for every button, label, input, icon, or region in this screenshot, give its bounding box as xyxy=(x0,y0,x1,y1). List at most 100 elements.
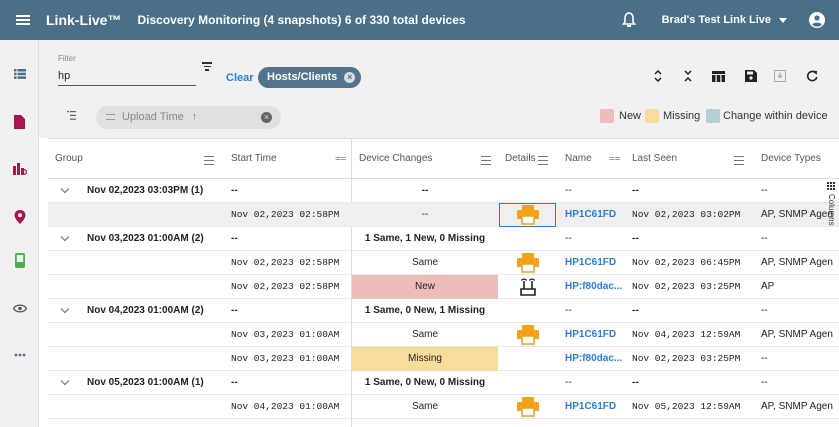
device-changes-cell: -- xyxy=(421,185,429,196)
table-view-icon[interactable] xyxy=(710,68,726,84)
eye-icon[interactable] xyxy=(0,296,39,320)
handheld-device-icon[interactable] xyxy=(0,248,39,272)
last-seen-cell: Nov 02,2023 06:45PM xyxy=(632,257,741,268)
legend-new-label: New xyxy=(619,110,642,122)
account-avatar-icon[interactable] xyxy=(809,12,825,28)
device-changes-cell: -- xyxy=(421,209,429,220)
start-time-cell: -- xyxy=(231,233,238,244)
device-name-cell[interactable]: HP1C61FD xyxy=(565,251,627,275)
start-time-cell: Nov 03,2023 01:00AM xyxy=(231,353,340,364)
filter-options-icon[interactable] xyxy=(202,60,212,71)
columns-tab-label: Columns xyxy=(827,194,836,226)
col-header-group[interactable]: Group xyxy=(55,139,83,179)
device-types-cell: -- xyxy=(761,353,768,364)
table-row[interactable]: Nov 02,2023 02:58PM New HP:f80dac... Nov 02… xyxy=(48,275,839,299)
legend-change-label: Change within device xyxy=(723,110,828,122)
filter-input[interactable] xyxy=(58,66,196,86)
table-row[interactable]: Nov 02,2023 02:58PM Same HP1C61FD Nov 02,20… xyxy=(48,251,839,275)
last-seen-cell: -- xyxy=(632,185,639,196)
device-name-cell[interactable]: HP1C61FD xyxy=(565,323,627,347)
columns-icon xyxy=(827,182,835,190)
start-time-cell: -- xyxy=(231,305,238,316)
printer-icon xyxy=(517,325,539,345)
device-changes-cell: Same xyxy=(411,401,439,412)
group-row[interactable]: Nov 05,2023 01:00AM (1) -- 1 Same, 0 New, … xyxy=(48,371,839,395)
sort-asc-icon[interactable]: ↑ xyxy=(192,111,198,123)
col-header-start-time[interactable]: Start Time xyxy=(231,139,277,179)
col-filter-icon[interactable]: ⩵ xyxy=(609,139,620,179)
wireless-access-point-icon xyxy=(518,277,540,297)
start-time-cell: Nov 04,2023 01:00AM xyxy=(231,401,340,412)
group-row[interactable]: Nov 03,2023 01:00AM (2) -- 1 Same, 1 New, … xyxy=(48,227,839,251)
device-changes-cell: 1 Same, 0 New, 0 Missing xyxy=(364,377,486,388)
account-name[interactable]: Brad's Test Link Live xyxy=(662,14,771,26)
table-row[interactable]: Nov 04,2023 01:00AM Same HP1C61FD Nov 05,20… xyxy=(48,395,839,419)
device-name-cell[interactable]: HP:f80dac... xyxy=(565,347,627,371)
device-name-cell[interactable]: HP1C61FD xyxy=(565,395,627,419)
col-menu-icon[interactable] xyxy=(204,139,214,179)
report-chart-icon[interactable] xyxy=(0,156,39,180)
document-icon[interactable] xyxy=(0,110,39,134)
legend-new-swatch xyxy=(600,109,614,123)
device-name-cell[interactable]: HP1C61FD xyxy=(565,203,627,227)
expand-chevron-icon[interactable] xyxy=(60,184,70,194)
device-name-cell[interactable]: HP:f80dac... xyxy=(565,275,627,299)
group-row[interactable]: Nov 02,2023 03:03PM (1) -- -- -- -- -- xyxy=(48,179,839,203)
details-cell[interactable] xyxy=(499,275,556,299)
col-menu-icon[interactable] xyxy=(481,139,491,179)
expand-chevron-icon[interactable] xyxy=(60,376,70,386)
collapse-all-icon[interactable] xyxy=(680,68,696,84)
col-header-name[interactable]: Name xyxy=(565,139,592,179)
hamburger-menu-icon[interactable] xyxy=(0,0,46,40)
chip-remove-icon[interactable]: × xyxy=(344,72,356,83)
group-label: Nov 03,2023 01:00AM (2) xyxy=(87,233,204,244)
last-seen-cell: Nov 02,2023 03:02PM xyxy=(632,209,741,220)
expand-all-icon[interactable] xyxy=(650,68,666,84)
device-changes-cell: Same xyxy=(411,329,439,340)
notification-bell-icon[interactable] xyxy=(621,12,636,28)
account-dropdown-icon[interactable] xyxy=(779,17,787,23)
row-grouping-bar: Upload Time ↑ × New Missing Change within… xyxy=(39,96,839,138)
details-cell[interactable] xyxy=(499,203,556,227)
group-chip-remove-icon[interactable]: × xyxy=(261,112,272,123)
filter-toolbar: Filter Clear Hosts/Clients × xyxy=(39,40,839,96)
col-header-details[interactable]: Details xyxy=(505,139,536,179)
device-name-cell: -- xyxy=(565,233,572,244)
col-menu-icon[interactable] xyxy=(538,139,548,179)
columns-side-panel-tab[interactable]: Columns xyxy=(823,180,839,260)
col-menu-icon[interactable] xyxy=(734,139,744,179)
device-name-cell: -- xyxy=(565,377,572,388)
location-pin-icon[interactable] xyxy=(0,205,39,229)
start-time-cell: Nov 02,2023 02:58PM xyxy=(231,209,340,220)
expand-chevron-icon[interactable] xyxy=(60,304,70,314)
refresh-icon[interactable] xyxy=(804,68,820,84)
more-icon[interactable] xyxy=(0,343,39,367)
legend-change-swatch xyxy=(706,109,720,123)
group-row[interactable]: Nov 04,2023 01:00AM (2) -- 1 Same, 0 New, … xyxy=(48,299,839,323)
group-label: Nov 02,2023 03:03PM (1) xyxy=(87,185,204,196)
hosts-clients-filter-chip[interactable]: Hosts/Clients × xyxy=(258,67,362,88)
col-header-last-seen[interactable]: Last Seen xyxy=(632,139,677,179)
table-row[interactable]: Nov 02,2023 02:58PM -- HP1C61FD Nov 02,2023… xyxy=(48,203,839,227)
group-by-upload-time-chip[interactable]: Upload Time ↑ × xyxy=(96,106,281,129)
details-cell[interactable] xyxy=(499,251,556,275)
last-seen-cell: Nov 02,2023 03:25PM xyxy=(632,353,741,364)
last-seen-cell: Nov 02,2023 03:25PM xyxy=(632,281,741,292)
details-cell[interactable] xyxy=(499,395,556,419)
drag-handle-icon[interactable] xyxy=(106,114,115,121)
expand-chevron-icon[interactable] xyxy=(60,232,70,242)
details-cell[interactable] xyxy=(499,323,556,347)
table-row[interactable]: Nov 03,2023 01:00AM Missing HP:f80dac... No… xyxy=(48,347,839,371)
top-header: Link-Live™ Discovery Monitoring (4 snaps… xyxy=(0,0,839,40)
table-row[interactable]: Nov 03,2023 01:00AM Same HP1C61FD Nov 04,20… xyxy=(48,323,839,347)
save-icon[interactable] xyxy=(743,68,759,84)
col-header-device-changes[interactable]: Device Changes xyxy=(359,139,432,179)
clear-filter-link[interactable]: Clear xyxy=(226,72,254,84)
col-header-device-types[interactable]: Device Types xyxy=(761,139,821,179)
list-icon[interactable] xyxy=(0,62,39,86)
printer-icon xyxy=(517,397,539,417)
grid-header: Group Start Time ⩵ Device Changes Detail… xyxy=(48,139,839,179)
details-cell[interactable] xyxy=(499,347,556,371)
device-changes-cell: Missing xyxy=(352,347,498,371)
col-filter-icon[interactable]: ⩵ xyxy=(335,139,346,179)
